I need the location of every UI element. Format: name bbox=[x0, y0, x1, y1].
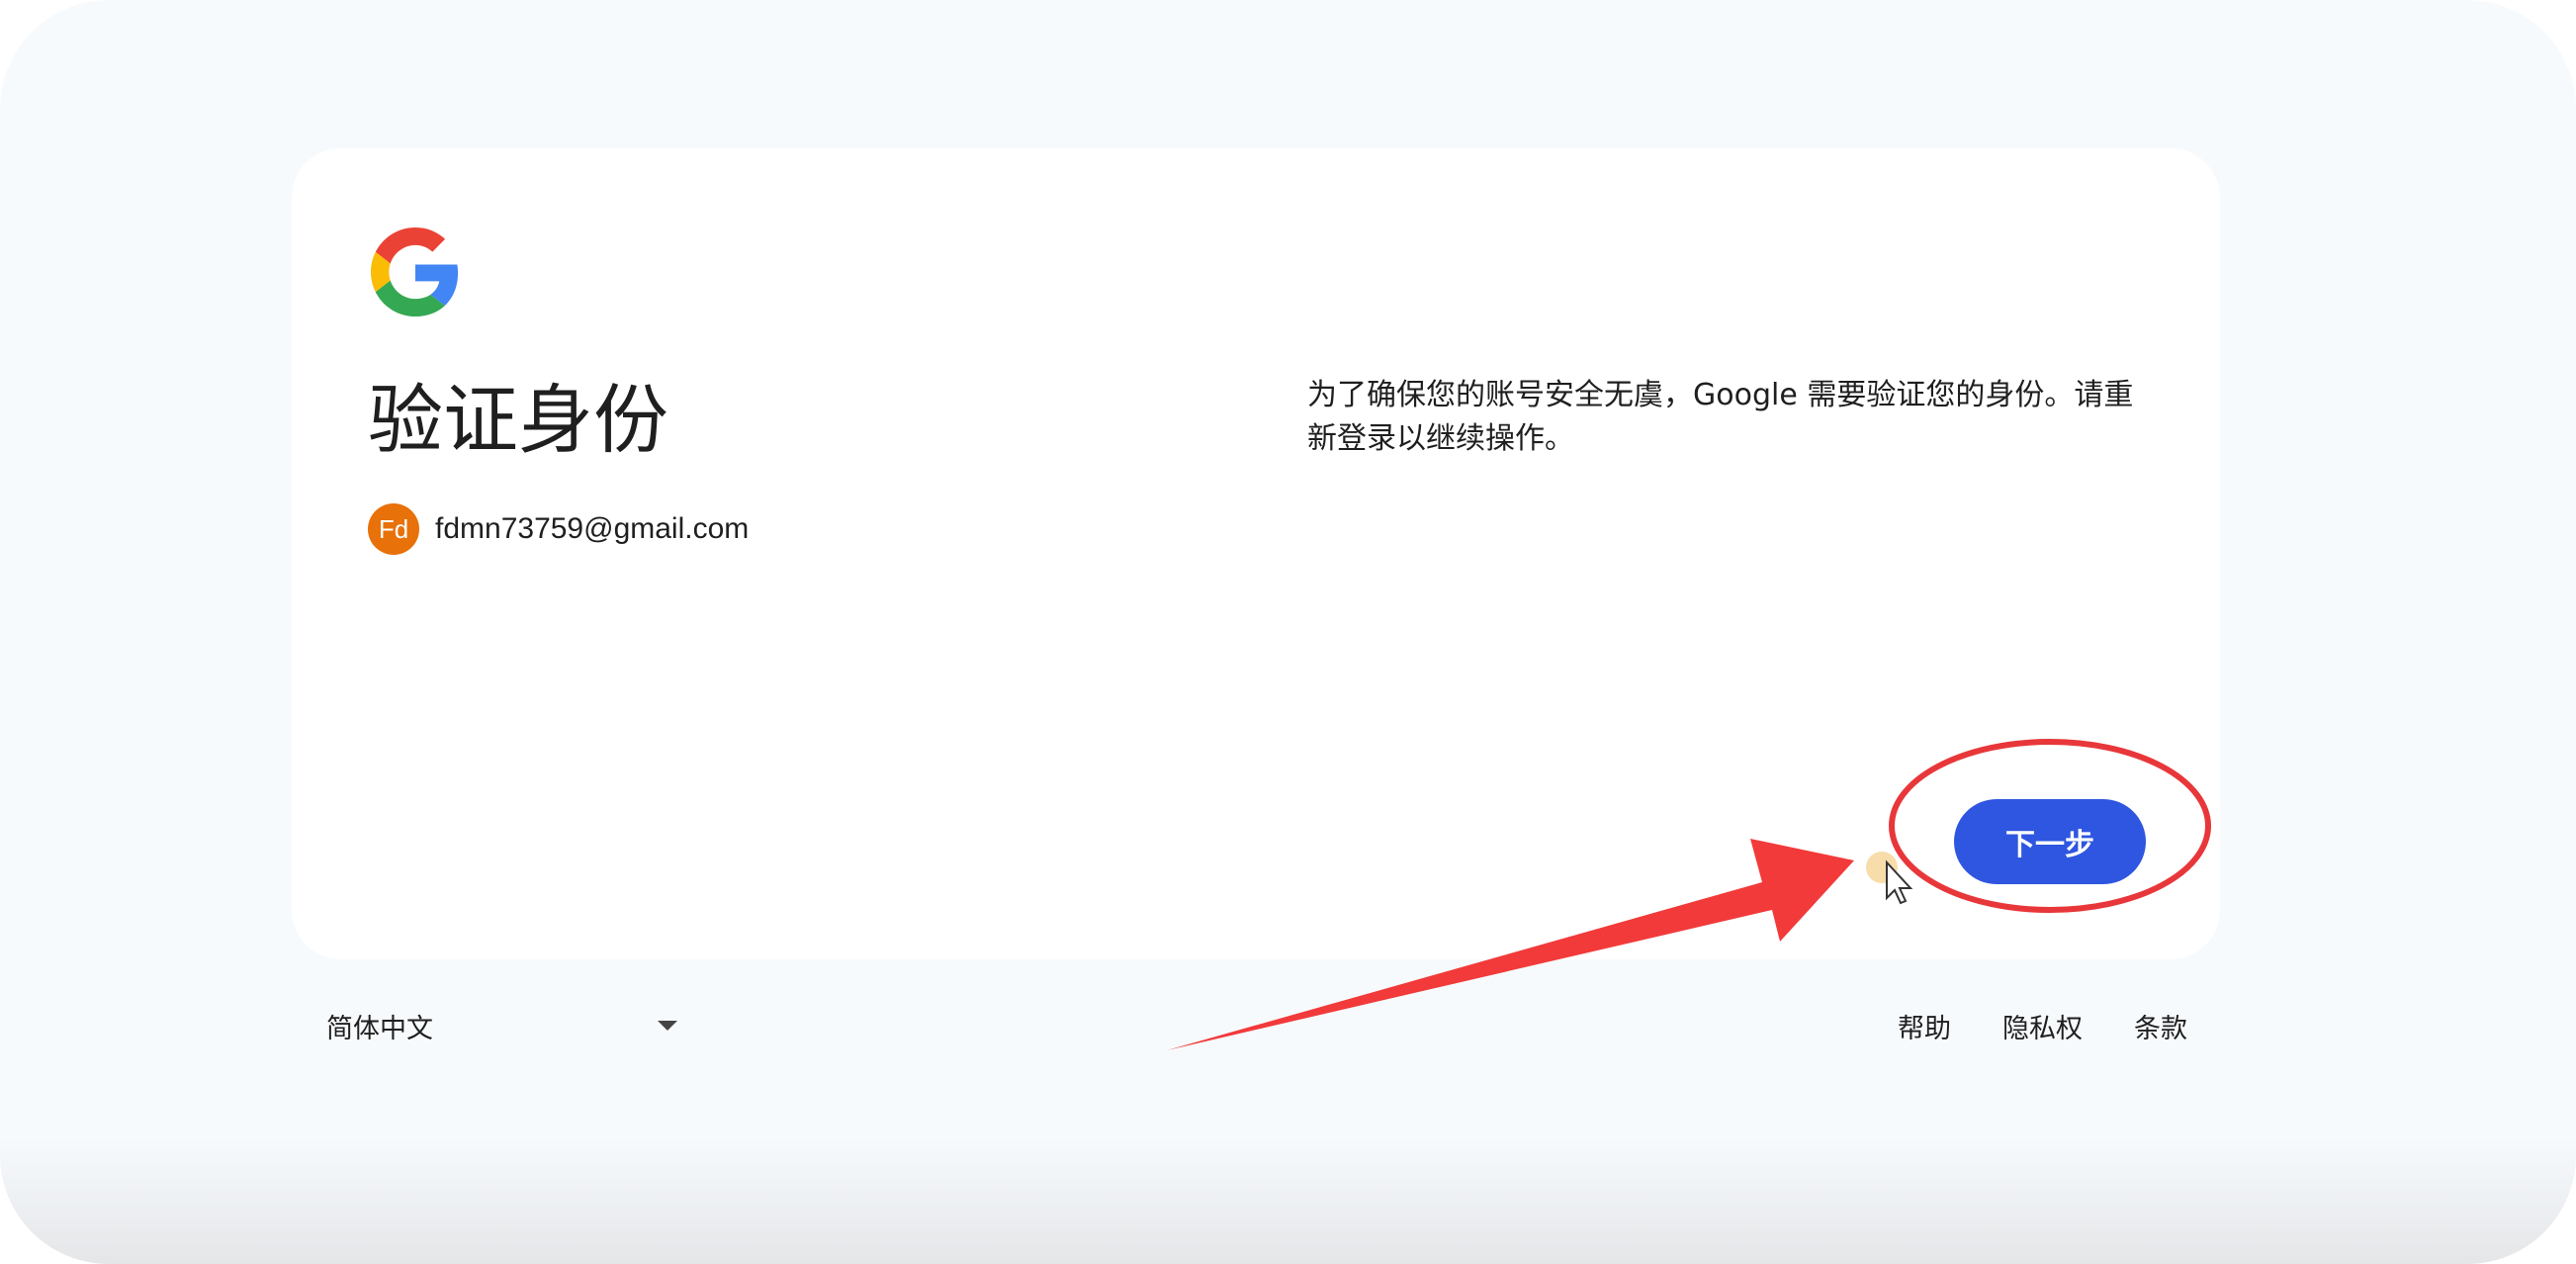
language-select[interactable]: 简体中文 bbox=[326, 1004, 682, 1047]
language-label: 简体中文 bbox=[326, 1013, 433, 1044]
next-button[interactable]: 下一步 bbox=[1954, 799, 2146, 884]
footer-links: 帮助 隐私权 条款 bbox=[1898, 1004, 2187, 1047]
help-link[interactable]: 帮助 bbox=[1898, 1007, 1951, 1045]
account-email: fdmn73759@gmail.com bbox=[435, 512, 750, 545]
verification-message: 为了确保您的账号安全无虞，Google 需要验证您的身份。请重新登录以继续操作。 bbox=[1307, 378, 2134, 456]
page-frame: 验证身份 Fd fdmn73759@gmail.com 为了确保您的账号安全无虞… bbox=[0, 0, 2576, 1264]
privacy-link[interactable]: 隐私权 bbox=[2002, 1007, 2083, 1045]
terms-link[interactable]: 条款 bbox=[2134, 1007, 2187, 1045]
account-chip: Fd fdmn73759@gmail.com bbox=[368, 502, 749, 556]
page-title: 验证身份 bbox=[368, 376, 668, 464]
google-logo-icon bbox=[371, 227, 459, 316]
avatar: Fd bbox=[368, 503, 419, 555]
chevron-down-icon bbox=[658, 1021, 677, 1031]
